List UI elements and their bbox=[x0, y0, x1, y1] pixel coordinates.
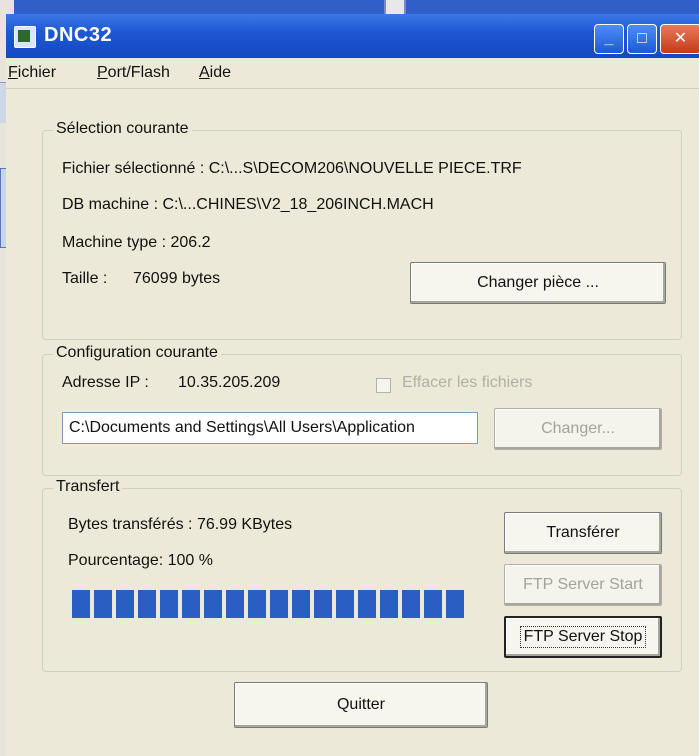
menu-bar: Fichier Port/Flash Aide bbox=[6, 58, 699, 89]
configuration-group-title: Configuration courante bbox=[53, 344, 221, 362]
progress-block bbox=[204, 590, 222, 618]
close-icon: ✕ bbox=[673, 30, 688, 47]
progress-block bbox=[160, 590, 178, 618]
progress-block bbox=[226, 590, 244, 618]
taille-value: 76099 bytes bbox=[133, 270, 221, 287]
progress-block bbox=[424, 590, 442, 618]
quitter-button[interactable]: Quitter bbox=[234, 682, 488, 728]
adresse-ip-value: 10.35.205.209 bbox=[178, 374, 281, 391]
background-scroll-handle bbox=[384, 0, 406, 14]
transfert-group-title: Transfert bbox=[53, 478, 123, 496]
progress-block bbox=[248, 590, 266, 618]
transfer-progress-bar bbox=[72, 590, 488, 618]
progress-block bbox=[380, 590, 398, 618]
progress-block bbox=[94, 590, 112, 618]
window-title: DNC32 bbox=[44, 24, 113, 46]
maximize-button[interactable]: □ bbox=[627, 24, 657, 54]
title-bar[interactable]: DNC32 _ □ ✕ bbox=[6, 14, 699, 58]
minimize-icon: _ bbox=[604, 30, 614, 47]
background-window-edge bbox=[0, 0, 699, 14]
ftp-server-start-button[interactable]: FTP Server Start bbox=[504, 564, 662, 606]
transferer-button[interactable]: Transférer bbox=[504, 512, 662, 554]
dnc32-window: DNC32 _ □ ✕ Fichier Port/Flash Aide Séle… bbox=[6, 14, 699, 756]
minimize-button[interactable]: _ bbox=[594, 24, 624, 54]
taille-label: Taille : bbox=[62, 270, 108, 287]
fichier-selectionne-text: Fichier sélectionné : C:\...S\DECOM206\N… bbox=[62, 160, 522, 177]
progress-block bbox=[270, 590, 288, 618]
config-path-field[interactable]: C:\Documents and Settings\All Users\Appl… bbox=[62, 412, 478, 444]
progress-block bbox=[446, 590, 464, 618]
selection-group-title: Sélection courante bbox=[53, 120, 192, 138]
db-machine-text: DB machine : C:\...CHINES\V2_18_206INCH.… bbox=[62, 196, 434, 213]
bytes-transferes-text: Bytes transférés : 76.99 KBytes bbox=[68, 516, 293, 533]
machine-type-text: Machine type : 206.2 bbox=[62, 234, 211, 251]
progress-block bbox=[402, 590, 420, 618]
progress-block bbox=[292, 590, 310, 618]
progress-block bbox=[336, 590, 354, 618]
menu-port-flash[interactable]: Port/Flash bbox=[97, 64, 170, 82]
adresse-ip-label: Adresse IP : bbox=[62, 374, 149, 391]
progress-block bbox=[182, 590, 200, 618]
menu-aide[interactable]: Aide bbox=[199, 64, 231, 82]
pourcentage-text: Pourcentage: 100 % bbox=[68, 552, 213, 569]
effacer-fichiers-label: Effacer les fichiers bbox=[402, 374, 533, 391]
progress-block bbox=[358, 590, 376, 618]
changer-piece-button[interactable]: Changer pièce ... bbox=[410, 262, 666, 304]
progress-block bbox=[138, 590, 156, 618]
app-icon bbox=[14, 26, 36, 48]
progress-block bbox=[116, 590, 134, 618]
progress-block bbox=[314, 590, 332, 618]
effacer-fichiers-checkbox[interactable] bbox=[376, 378, 391, 393]
maximize-icon: □ bbox=[637, 30, 647, 47]
progress-block bbox=[72, 590, 90, 618]
close-button[interactable]: ✕ bbox=[660, 24, 699, 54]
menu-fichier[interactable]: Fichier bbox=[8, 64, 56, 82]
changer-button[interactable]: Changer... bbox=[494, 408, 662, 450]
ftp-server-stop-button[interactable]: FTP Server Stop bbox=[504, 616, 662, 658]
